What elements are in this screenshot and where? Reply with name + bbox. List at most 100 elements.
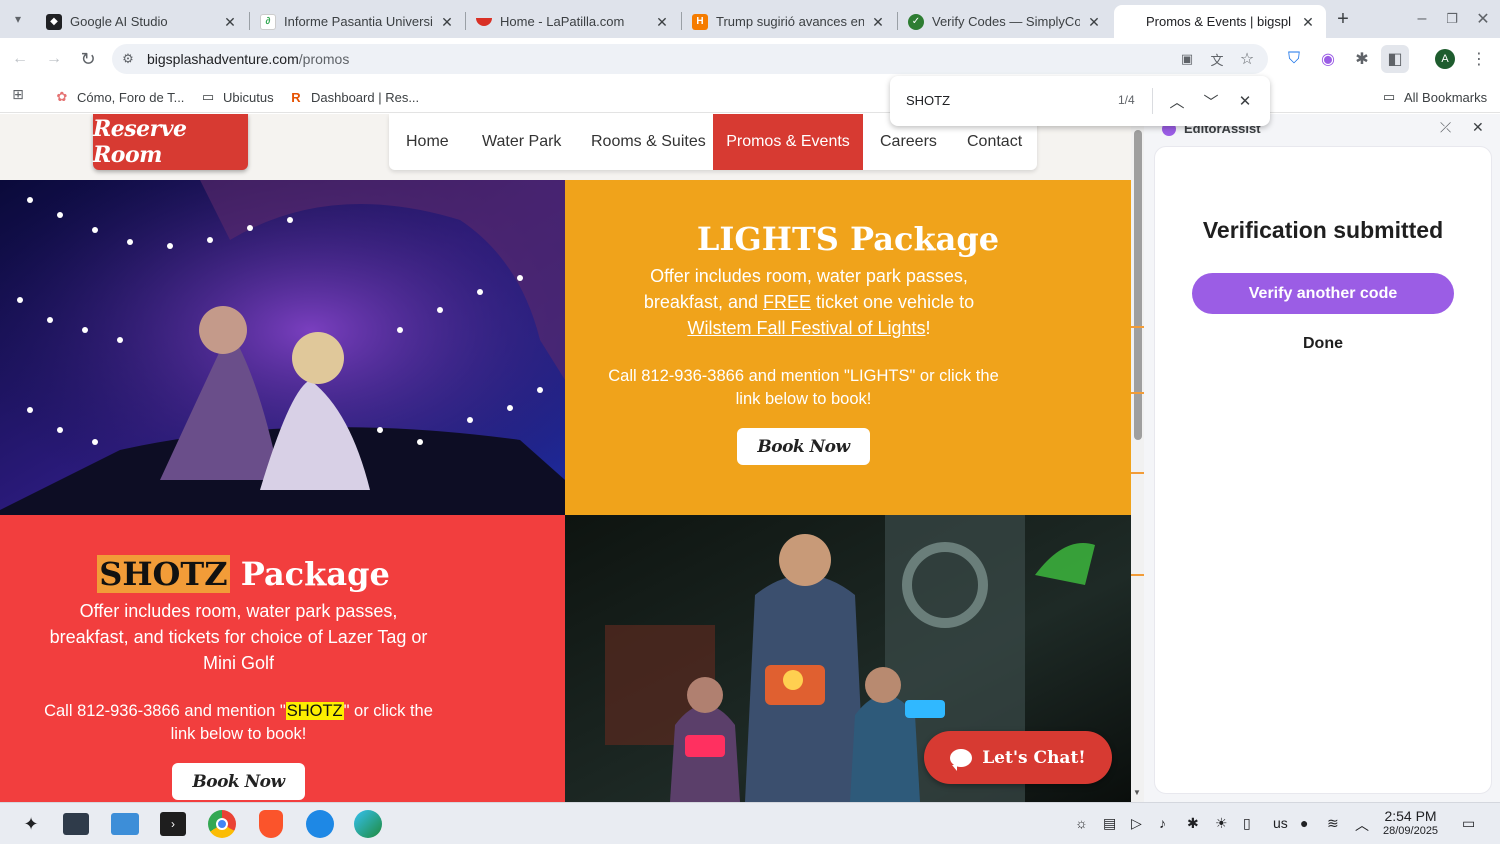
editorassist-extension-icon[interactable]: ◉ xyxy=(1314,45,1342,73)
folder-icon: ▭ xyxy=(201,89,215,104)
keyboard-layout[interactable]: us xyxy=(1273,815,1288,831)
chevron-down-icon[interactable]: ﹀ xyxy=(1198,88,1224,114)
unpin-icon[interactable]: ⤫ xyxy=(1440,119,1451,136)
scroll-down-arrow-icon[interactable]: ▼ xyxy=(1133,788,1141,797)
profile-avatar[interactable]: A xyxy=(1431,45,1459,73)
folder-icon: ▭ xyxy=(1382,89,1396,104)
notification-icon[interactable]: ☼ xyxy=(1075,815,1088,831)
clipboard-icon[interactable]: ▤ xyxy=(1103,815,1116,832)
brave-icon[interactable] xyxy=(259,810,283,838)
bluetooth-icon[interactable]: ✱ xyxy=(1187,815,1199,832)
launcher-icon[interactable]: ✦ xyxy=(15,808,47,840)
done-button[interactable]: Done xyxy=(1155,335,1491,353)
reload-icon[interactable]: ↻ xyxy=(74,45,102,73)
edge-icon[interactable] xyxy=(354,810,382,838)
wilstem-festival-link[interactable]: Wilstem Fall Festival of Lights xyxy=(687,318,925,338)
find-highlight: SHOTZ xyxy=(285,702,344,720)
menu-icon[interactable]: ⋮ xyxy=(1465,45,1493,73)
close-side-panel-icon[interactable]: ✕ xyxy=(1472,119,1484,136)
apps-grid-icon[interactable]: ⊞ xyxy=(4,80,32,108)
find-input[interactable]: SHOTZ xyxy=(906,93,950,108)
bookmark-como-foro[interactable]: ✿ Cómo, Foro de T... xyxy=(54,87,185,107)
site-logo[interactable]: Reserve Room xyxy=(93,114,248,170)
find-match-count: 1/4 xyxy=(1118,93,1135,107)
page-scrollbar[interactable]: ▼ xyxy=(1131,114,1144,802)
tab-lapatilla[interactable]: Home - LaPatilla.com ✕ xyxy=(466,5,680,38)
verify-another-code-button[interactable]: Verify another code xyxy=(1192,273,1454,314)
lights-photo xyxy=(0,180,565,515)
window-close-icon[interactable]: ✕ xyxy=(1469,5,1497,33)
tab-trump-news[interactable]: H Trump sugirió avances en ✕ xyxy=(682,5,896,38)
new-tab-icon[interactable]: + xyxy=(1329,5,1357,33)
watermelon-icon xyxy=(476,17,492,26)
back-icon[interactable]: ← xyxy=(6,45,34,73)
tab-google-ai-studio[interactable]: ◆ Google AI Studio ✕ xyxy=(36,5,248,38)
shield-extension-icon[interactable]: ⛉ xyxy=(1280,45,1308,73)
find-match-marker xyxy=(1131,392,1144,394)
restore-icon[interactable]: ❐ xyxy=(1438,5,1466,33)
minimize-icon[interactable]: – xyxy=(1408,5,1436,33)
close-icon[interactable]: ✕ xyxy=(222,14,238,30)
close-icon[interactable]: ✕ xyxy=(439,14,455,30)
close-icon[interactable]: ✕ xyxy=(1086,14,1102,30)
url-text[interactable]: bigsplashadventure.com/promos xyxy=(147,51,349,67)
bookmark-star-icon[interactable]: ☆ xyxy=(1233,45,1261,73)
forward-icon[interactable]: → xyxy=(40,45,68,73)
shotz-title: SHOTZ Package xyxy=(97,555,390,593)
free-link[interactable]: FREE xyxy=(763,292,811,312)
news-icon: H xyxy=(692,13,708,30)
page-viewport: Reserve Room Home Water Park Rooms & Sui… xyxy=(0,114,1131,802)
site-info-icon[interactable]: ⚙ xyxy=(114,45,142,73)
tab-search-icon[interactable]: ▾ xyxy=(4,5,32,33)
extensions-icon[interactable]: ✱ xyxy=(1348,45,1376,73)
close-icon[interactable]: ✕ xyxy=(1300,14,1316,30)
lets-chat-button[interactable]: Let's Chat! xyxy=(924,731,1112,784)
media-icon[interactable]: ▷ xyxy=(1131,815,1142,832)
show-desktop-icon[interactable]: ▭ xyxy=(1462,815,1475,832)
remote-icon[interactable] xyxy=(306,810,334,838)
microphone-icon[interactable]: ● xyxy=(1300,815,1308,831)
translate-icon[interactable]: 文 xyxy=(1203,45,1231,73)
close-icon[interactable]: ✕ xyxy=(870,14,886,30)
lights-package-panel: LIGHTS Package Offer includes room, wate… xyxy=(565,180,1131,515)
bookmark-ubicutus[interactable]: ▭ Ubicutus xyxy=(200,87,274,107)
chrome-icon[interactable] xyxy=(208,810,236,838)
nav-water-park[interactable]: Water Park xyxy=(482,114,561,170)
battery-icon[interactable]: ▯ xyxy=(1243,815,1251,832)
chevron-up-icon[interactable]: ︿ xyxy=(1355,815,1369,835)
find-bar: SHOTZ 1/4 ︿ ﹀ ✕ xyxy=(890,76,1270,126)
all-bookmarks[interactable]: ▭ All Bookmarks xyxy=(1381,87,1487,107)
tab-verify-codes[interactable]: ✓ Verify Codes — SimplyCod ✕ xyxy=(898,5,1112,38)
find-highlight: SHOTZ xyxy=(97,555,230,593)
find-in-page-icon[interactable]: ▣ xyxy=(1173,45,1201,73)
nav-home[interactable]: Home xyxy=(406,114,449,170)
close-icon[interactable]: ✕ xyxy=(654,14,670,30)
taskbar: ✦ › ☼ ▤ ▷ ♪ ✱ ☀ ▯ us ● ≋ ︿ 2:54 PM 28/09… xyxy=(0,802,1500,844)
shotz-book-now-button[interactable]: Book Now xyxy=(172,763,305,800)
find-match-marker xyxy=(1131,574,1144,576)
brightness-icon[interactable]: ☀ xyxy=(1215,815,1228,832)
side-panel: EditorAssist ⤫ ✕ Verification submitted … xyxy=(1144,114,1500,802)
google-ai-studio-icon: ◆ xyxy=(46,13,62,30)
wifi-icon[interactable]: ≋ xyxy=(1327,815,1339,832)
nav-rooms-suites[interactable]: Rooms & Suites xyxy=(591,114,706,170)
shotz-description: Offer includes room, water park passes, … xyxy=(49,601,428,673)
tab-promos-events[interactable]: Promos & Events | bigspl ✕ xyxy=(1114,5,1326,38)
close-icon[interactable]: ✕ xyxy=(1232,88,1258,114)
side-panel-icon[interactable]: ◧ xyxy=(1381,45,1409,73)
volume-icon[interactable]: ♪ xyxy=(1159,815,1166,831)
editorassist-content: Verification submitted Verify another co… xyxy=(1154,146,1492,794)
nav-promos-events[interactable]: Promos & Events xyxy=(713,114,863,170)
shotz-call-text: Call 812-936-3866 and mention "SHOTZ" or… xyxy=(44,702,433,743)
lights-description: Offer includes room, water park passes, … xyxy=(643,266,975,338)
console-icon[interactable]: › xyxy=(160,812,186,836)
files-icon[interactable] xyxy=(111,813,139,835)
verification-status: Verification submitted xyxy=(1202,217,1444,243)
chevron-up-icon[interactable]: ︿ xyxy=(1164,88,1190,114)
find-match-marker xyxy=(1131,326,1144,328)
terminal-icon[interactable] xyxy=(63,813,89,835)
tab-informe-pasantia[interactable]: ∂ Informe Pasantia Universi ✕ xyxy=(250,5,465,38)
lights-book-now-button[interactable]: Book Now xyxy=(737,428,870,465)
bookmark-dashboard[interactable]: R Dashboard | Res... xyxy=(288,87,419,107)
clock[interactable]: 2:54 PM 28/09/2025 xyxy=(1383,809,1438,839)
